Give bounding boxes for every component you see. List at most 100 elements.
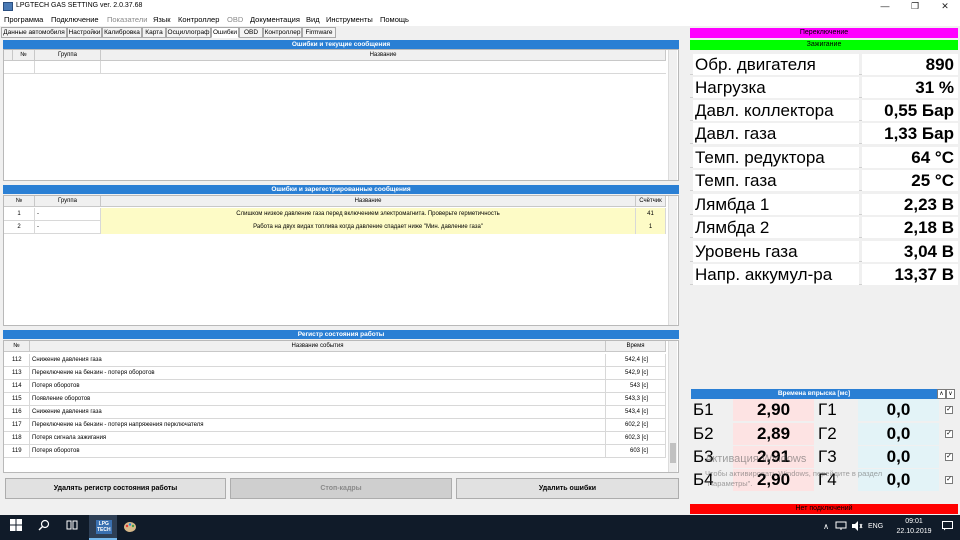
checkbox[interactable]: ✓ bbox=[945, 476, 953, 484]
clock-date[interactable]: 22.10.2019 bbox=[894, 528, 934, 535]
scroll-up-button[interactable]: ∧ bbox=[937, 389, 946, 399]
windows-start-icon[interactable] bbox=[8, 519, 24, 535]
bank-label: Б2 bbox=[693, 424, 714, 443]
menu-view[interactable]: Вид bbox=[306, 15, 320, 24]
row-number: 117 bbox=[4, 419, 30, 432]
menu-help[interactable]: Помощь bbox=[380, 15, 409, 24]
param-load: Нагрузка 31 % bbox=[690, 75, 958, 98]
activation-watermark-title: Активация Windows bbox=[705, 453, 807, 465]
param-battery-voltage: Напр. аккумул-ра 13,37 В bbox=[690, 262, 958, 285]
menu-bar: Программа Подключение Показатели Язык Ко… bbox=[0, 14, 960, 26]
activation-watermark-text: Чтобы активировать Windows, перейдите в … bbox=[705, 469, 883, 478]
menu-obd[interactable]: OBD bbox=[227, 15, 243, 24]
injection-times-header: Времена впрыска [мс] bbox=[691, 389, 937, 399]
switch-status-bar: Переключение bbox=[690, 28, 958, 38]
menu-program[interactable]: Программа bbox=[4, 15, 43, 24]
tab-obd[interactable]: OBD bbox=[239, 27, 263, 38]
row-name: Слишком низкое давление газа перед включ… bbox=[101, 208, 636, 221]
status-register-table: № Название события Время 112 Снижение да… bbox=[3, 340, 679, 473]
clear-register-button[interactable]: Удалять регистр состояния работы bbox=[5, 478, 226, 499]
table-row[interactable]: 116 Снижение давления газа 543,4 [c] bbox=[4, 406, 666, 419]
param-label: Давл. газа bbox=[693, 123, 859, 144]
row-time: 542,9 [c] bbox=[606, 367, 666, 380]
row-number: 1 bbox=[4, 208, 35, 221]
table-row[interactable]: 2 - Работа на двух видах топлива когда д… bbox=[4, 221, 666, 234]
app-label-line-2: TECH bbox=[97, 527, 111, 533]
tab-bar: Данные автомобиля Настройки Калибровка К… bbox=[0, 26, 690, 38]
row-event: Потеря оборотов bbox=[30, 380, 606, 393]
injection-row: Б1 2,90 Г1 0,0 ✓ bbox=[690, 399, 958, 422]
menu-connect[interactable]: Подключение bbox=[51, 15, 99, 24]
param-label: Давл. коллектора bbox=[693, 100, 859, 121]
table-row[interactable]: 1 - Слишком низкое давление газа перед в… bbox=[4, 208, 666, 221]
logged-errors-header: Ошибки и зарегестрированные сообщения bbox=[3, 185, 679, 194]
clock-time[interactable]: 09:01 bbox=[898, 518, 930, 525]
param-label: Темп. газа bbox=[693, 170, 859, 191]
param-label: Обр. двигателя bbox=[693, 54, 859, 75]
volume-icon[interactable] bbox=[850, 519, 864, 535]
network-icon[interactable] bbox=[834, 519, 848, 535]
bank-label: Б1 bbox=[693, 400, 714, 419]
task-view-icon[interactable] bbox=[64, 519, 80, 535]
menu-indicators[interactable]: Показатели bbox=[107, 15, 147, 24]
row-event: Снижение давления газа bbox=[30, 354, 606, 367]
menu-tools[interactable]: Инструменты bbox=[326, 15, 373, 24]
table-row[interactable]: 115 Появление оборотов 543,3 [c] bbox=[4, 393, 666, 406]
param-lambda-2: Лямбда 2 2,18 В bbox=[690, 215, 958, 238]
tab-firmware[interactable]: Firmware bbox=[302, 27, 336, 38]
table-row[interactable]: 119 Потеря оборотов 603 [c] bbox=[4, 445, 666, 458]
freeze-frames-button[interactable]: Стоп-кадры bbox=[230, 478, 452, 499]
search-icon[interactable] bbox=[36, 519, 52, 535]
tab-errors[interactable]: Ошибки bbox=[211, 27, 239, 38]
table-row[interactable]: 118 Потеря сигнала зажигания 602,3 [c] bbox=[4, 432, 666, 445]
checkbox[interactable]: ✓ bbox=[945, 430, 953, 438]
tab-vehicle-data[interactable]: Данные автомобиля bbox=[1, 27, 67, 38]
table-row[interactable]: 117 Переключение на бензин - потеря напр… bbox=[4, 419, 666, 432]
gas-injection-value: 0,0 bbox=[858, 446, 939, 468]
col-name: Название bbox=[101, 196, 636, 207]
menu-controller[interactable]: Контроллер bbox=[178, 15, 219, 24]
table-row[interactable]: 113 Переключение на бензин - потеря обор… bbox=[4, 367, 666, 380]
tab-controller[interactable]: Контроллер bbox=[263, 27, 302, 38]
tab-oscilloscope[interactable]: Осциллограф bbox=[166, 27, 211, 38]
table-row[interactable]: 114 Потеря оборотов 543 [c] bbox=[4, 380, 666, 393]
clear-errors-button[interactable]: Удалить ошибки bbox=[456, 478, 679, 499]
row-event: Потеря оборотов bbox=[30, 445, 606, 458]
paint-app-icon[interactable] bbox=[122, 519, 138, 537]
param-manifold-pressure: Давл. коллектора 0,55 Бар bbox=[690, 98, 958, 121]
menu-documentation[interactable]: Документация bbox=[250, 15, 300, 24]
scrollbar[interactable] bbox=[668, 341, 677, 472]
scrollbar-thumb[interactable] bbox=[670, 443, 676, 463]
row-event: Снижение давления газа bbox=[30, 406, 606, 419]
tab-map[interactable]: Карта bbox=[142, 27, 166, 38]
ignition-status-bar: Зажигание bbox=[690, 40, 958, 50]
language-indicator[interactable]: ENG bbox=[868, 523, 883, 530]
chevron-up-icon[interactable]: ∧ bbox=[820, 519, 832, 535]
row-event: Переключение на бензин - потеря оборотов bbox=[30, 367, 606, 380]
param-value: 64 °C bbox=[862, 147, 958, 168]
minimize-button[interactable]: — bbox=[870, 0, 900, 14]
param-gas-temp: Темп. газа 25 °C bbox=[690, 168, 958, 191]
scrollbar[interactable] bbox=[668, 50, 677, 180]
row-number: 119 bbox=[4, 445, 30, 458]
row-time: 543 [c] bbox=[606, 380, 666, 393]
checkbox[interactable]: ✓ bbox=[945, 406, 953, 414]
notification-icon[interactable] bbox=[940, 519, 954, 535]
tab-settings[interactable]: Настройки bbox=[67, 27, 102, 38]
checkbox[interactable]: ✓ bbox=[945, 453, 953, 461]
scrollbar[interactable] bbox=[668, 196, 677, 325]
scroll-down-button[interactable]: ∨ bbox=[946, 389, 955, 399]
table-row[interactable]: 112 Снижение давления газа 542,4 [c] bbox=[4, 354, 666, 367]
restore-button[interactable]: ❐ bbox=[900, 0, 930, 14]
errors-page: Ошибки и текущие сообщения № Группа Назв… bbox=[2, 38, 682, 502]
param-label: Нагрузка bbox=[693, 77, 859, 98]
row-group: - bbox=[35, 208, 101, 221]
live-data-panel: Переключение Зажигание Обр. двигателя 89… bbox=[688, 27, 960, 515]
menu-language[interactable]: Язык bbox=[153, 15, 171, 24]
close-button[interactable]: ✕ bbox=[930, 0, 960, 14]
petrol-injection-value: 2,90 bbox=[733, 399, 814, 421]
connection-status-bar: Нет подключений bbox=[690, 504, 958, 514]
param-value: 0,55 Бар bbox=[862, 100, 958, 121]
tab-calibration[interactable]: Калибровка bbox=[102, 27, 142, 38]
lpgtech-taskbar-app[interactable]: LPG TECH bbox=[89, 515, 117, 540]
